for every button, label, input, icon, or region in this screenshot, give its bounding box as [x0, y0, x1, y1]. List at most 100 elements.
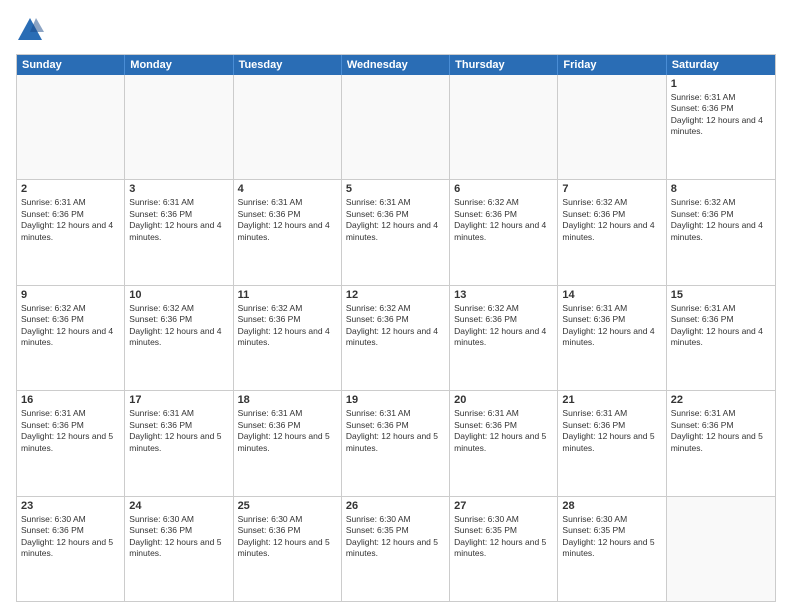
- day-number: 7: [562, 183, 661, 195]
- empty-cell: [17, 75, 125, 179]
- day-info: Sunrise: 6:31 AM Sunset: 6:36 PM Dayligh…: [129, 197, 228, 243]
- day-cell-3: 3Sunrise: 6:31 AM Sunset: 6:36 PM Daylig…: [125, 180, 233, 284]
- day-info: Sunrise: 6:31 AM Sunset: 6:36 PM Dayligh…: [346, 408, 445, 454]
- day-info: Sunrise: 6:31 AM Sunset: 6:36 PM Dayligh…: [21, 408, 120, 454]
- day-info: Sunrise: 6:32 AM Sunset: 6:36 PM Dayligh…: [238, 303, 337, 349]
- day-cell-16: 16 Sunrise: 6:31 AM Sunset: 6:36 PM Dayli…: [17, 391, 125, 495]
- day-number: 12: [346, 289, 445, 301]
- weekday-header-monday: Monday: [125, 55, 233, 75]
- day-number: 28: [562, 500, 661, 512]
- day-number: 14: [562, 289, 661, 301]
- day-info: Sunrise: 6:30 AM Sunset: 6:36 PM Dayligh…: [129, 514, 228, 560]
- day-info: Sunrise: 6:30 AM Sunset: 6:36 PM Dayligh…: [21, 514, 120, 560]
- weekday-header-friday: Friday: [558, 55, 666, 75]
- empty-cell: [558, 75, 666, 179]
- day-cell-5: 5 Sunrise: 6:31 AM Sunset: 6:36 PM Daylig…: [342, 180, 450, 284]
- day-info: Sunrise: 6:31 AM Sunset: 6:36 PM Dayligh…: [129, 408, 228, 454]
- day-cell-7: 7Sunrise: 6:32 AM Sunset: 6:36 PM Daylig…: [558, 180, 666, 284]
- day-cell-14: 14 Sunrise: 6:31 AM Sunset: 6:36 PM Dayli…: [558, 286, 666, 390]
- day-number: 26: [346, 500, 445, 512]
- day-info: Sunrise: 6:32 AM Sunset: 6:36 PM Dayligh…: [129, 303, 228, 349]
- day-cell-22: 22Sunrise: 6:31 AM Sunset: 6:36 PM Dayli…: [667, 391, 775, 495]
- day-cell-11: 11 Sunrise: 6:32 AM Sunset: 6:36 PM Dayli…: [234, 286, 342, 390]
- day-info: Sunrise: 6:31 AM Sunset: 6:36 PM Dayligh…: [454, 408, 553, 454]
- day-info: Sunrise: 6:32 AM Sunset: 6:36 PM Dayligh…: [454, 303, 553, 349]
- day-info: Sunrise: 6:30 AM Sunset: 6:36 PM Dayligh…: [238, 514, 337, 560]
- day-cell-28: 28 Sunrise: 6:30 AM Sunset: 6:35 PM Dayli…: [558, 497, 666, 601]
- day-info: Sunrise: 6:32 AM Sunset: 6:36 PM Dayligh…: [21, 303, 120, 349]
- calendar-row-4: 16 Sunrise: 6:31 AM Sunset: 6:36 PM Dayli…: [17, 390, 775, 495]
- calendar-row-3: 9 Sunrise: 6:32 AM Sunset: 6:36 PM Daylig…: [17, 285, 775, 390]
- day-cell-18: 18 Sunrise: 6:31 AM Sunset: 6:36 PM Dayli…: [234, 391, 342, 495]
- weekday-header-saturday: Saturday: [667, 55, 775, 75]
- day-number: 9: [21, 289, 120, 301]
- calendar-header: SundayMondayTuesdayWednesdayThursdayFrid…: [17, 55, 775, 75]
- day-info: Sunrise: 6:32 AM Sunset: 6:36 PM Dayligh…: [671, 197, 771, 243]
- day-cell-20: 20Sunrise: 6:31 AM Sunset: 6:36 PM Dayli…: [450, 391, 558, 495]
- day-cell-2: 2 Sunrise: 6:31 AM Sunset: 6:36 PM Daylig…: [17, 180, 125, 284]
- calendar-row-2: 2 Sunrise: 6:31 AM Sunset: 6:36 PM Daylig…: [17, 179, 775, 284]
- day-cell-4: 4Sunrise: 6:31 AM Sunset: 6:36 PM Daylig…: [234, 180, 342, 284]
- weekday-header-thursday: Thursday: [450, 55, 558, 75]
- weekday-header-sunday: Sunday: [17, 55, 125, 75]
- day-number: 24: [129, 500, 228, 512]
- day-number: 17: [129, 394, 228, 406]
- logo: [16, 16, 48, 44]
- day-info: Sunrise: 6:32 AM Sunset: 6:36 PM Dayligh…: [346, 303, 445, 349]
- day-info: Sunrise: 6:30 AM Sunset: 6:35 PM Dayligh…: [562, 514, 661, 560]
- day-number: 23: [21, 500, 120, 512]
- day-info: Sunrise: 6:31 AM Sunset: 6:36 PM Dayligh…: [238, 408, 337, 454]
- day-number: 13: [454, 289, 553, 301]
- day-number: 18: [238, 394, 337, 406]
- day-number: 5: [346, 183, 445, 195]
- day-cell-27: 27 Sunrise: 6:30 AM Sunset: 6:35 PM Dayli…: [450, 497, 558, 601]
- day-cell-23: 23 Sunrise: 6:30 AM Sunset: 6:36 PM Dayli…: [17, 497, 125, 601]
- day-number: 25: [238, 500, 337, 512]
- day-number: 1: [671, 78, 771, 90]
- logo-icon: [16, 16, 44, 44]
- day-cell-17: 17 Sunrise: 6:31 AM Sunset: 6:36 PM Dayli…: [125, 391, 233, 495]
- day-info: Sunrise: 6:31 AM Sunset: 6:36 PM Dayligh…: [21, 197, 120, 243]
- day-number: 19: [346, 394, 445, 406]
- weekday-header-wednesday: Wednesday: [342, 55, 450, 75]
- day-number: 11: [238, 289, 337, 301]
- day-number: 21: [562, 394, 661, 406]
- day-info: Sunrise: 6:31 AM Sunset: 6:36 PM Dayligh…: [346, 197, 445, 243]
- weekday-header-tuesday: Tuesday: [234, 55, 342, 75]
- day-cell-13: 13 Sunrise: 6:32 AM Sunset: 6:36 PM Dayli…: [450, 286, 558, 390]
- day-cell-19: 19 Sunrise: 6:31 AM Sunset: 6:36 PM Dayli…: [342, 391, 450, 495]
- day-number: 10: [129, 289, 228, 301]
- day-cell-25: 25 Sunrise: 6:30 AM Sunset: 6:36 PM Dayli…: [234, 497, 342, 601]
- day-cell-12: 12 Sunrise: 6:32 AM Sunset: 6:36 PM Dayli…: [342, 286, 450, 390]
- day-cell-6: 6 Sunrise: 6:32 AM Sunset: 6:36 PM Daylig…: [450, 180, 558, 284]
- day-number: 6: [454, 183, 553, 195]
- day-info: Sunrise: 6:30 AM Sunset: 6:35 PM Dayligh…: [346, 514, 445, 560]
- empty-cell: [342, 75, 450, 179]
- page: SundayMondayTuesdayWednesdayThursdayFrid…: [0, 0, 792, 612]
- day-cell-21: 21 Sunrise: 6:31 AM Sunset: 6:36 PM Dayli…: [558, 391, 666, 495]
- calendar-row-1: 1 Sunrise: 6:31 AM Sunset: 6:36 PM Daylig…: [17, 75, 775, 179]
- day-info: Sunrise: 6:31 AM Sunset: 6:36 PM Dayligh…: [671, 303, 771, 349]
- day-info: Sunrise: 6:31 AM Sunset: 6:36 PM Dayligh…: [562, 408, 661, 454]
- empty-cell: [450, 75, 558, 179]
- calendar-body: 1 Sunrise: 6:31 AM Sunset: 6:36 PM Daylig…: [17, 75, 775, 601]
- day-info: Sunrise: 6:31 AM Sunset: 6:36 PM Dayligh…: [562, 303, 661, 349]
- day-info: Sunrise: 6:32 AM Sunset: 6:36 PM Dayligh…: [454, 197, 553, 243]
- empty-cell: [667, 497, 775, 601]
- day-cell-8: 8 Sunrise: 6:32 AM Sunset: 6:36 PM Daylig…: [667, 180, 775, 284]
- day-number: 16: [21, 394, 120, 406]
- day-number: 2: [21, 183, 120, 195]
- day-cell-10: 10 Sunrise: 6:32 AM Sunset: 6:36 PM Dayli…: [125, 286, 233, 390]
- day-cell-1: 1 Sunrise: 6:31 AM Sunset: 6:36 PM Daylig…: [667, 75, 775, 179]
- header: [16, 16, 776, 44]
- day-info: Sunrise: 6:31 AM Sunset: 6:36 PM Dayligh…: [238, 197, 337, 243]
- empty-cell: [125, 75, 233, 179]
- calendar-row-5: 23 Sunrise: 6:30 AM Sunset: 6:36 PM Dayli…: [17, 496, 775, 601]
- day-number: 15: [671, 289, 771, 301]
- day-number: 27: [454, 500, 553, 512]
- day-number: 8: [671, 183, 771, 195]
- empty-cell: [234, 75, 342, 179]
- day-cell-24: 24 Sunrise: 6:30 AM Sunset: 6:36 PM Dayli…: [125, 497, 233, 601]
- day-info: Sunrise: 6:30 AM Sunset: 6:35 PM Dayligh…: [454, 514, 553, 560]
- day-info: Sunrise: 6:31 AM Sunset: 6:36 PM Dayligh…: [671, 92, 771, 138]
